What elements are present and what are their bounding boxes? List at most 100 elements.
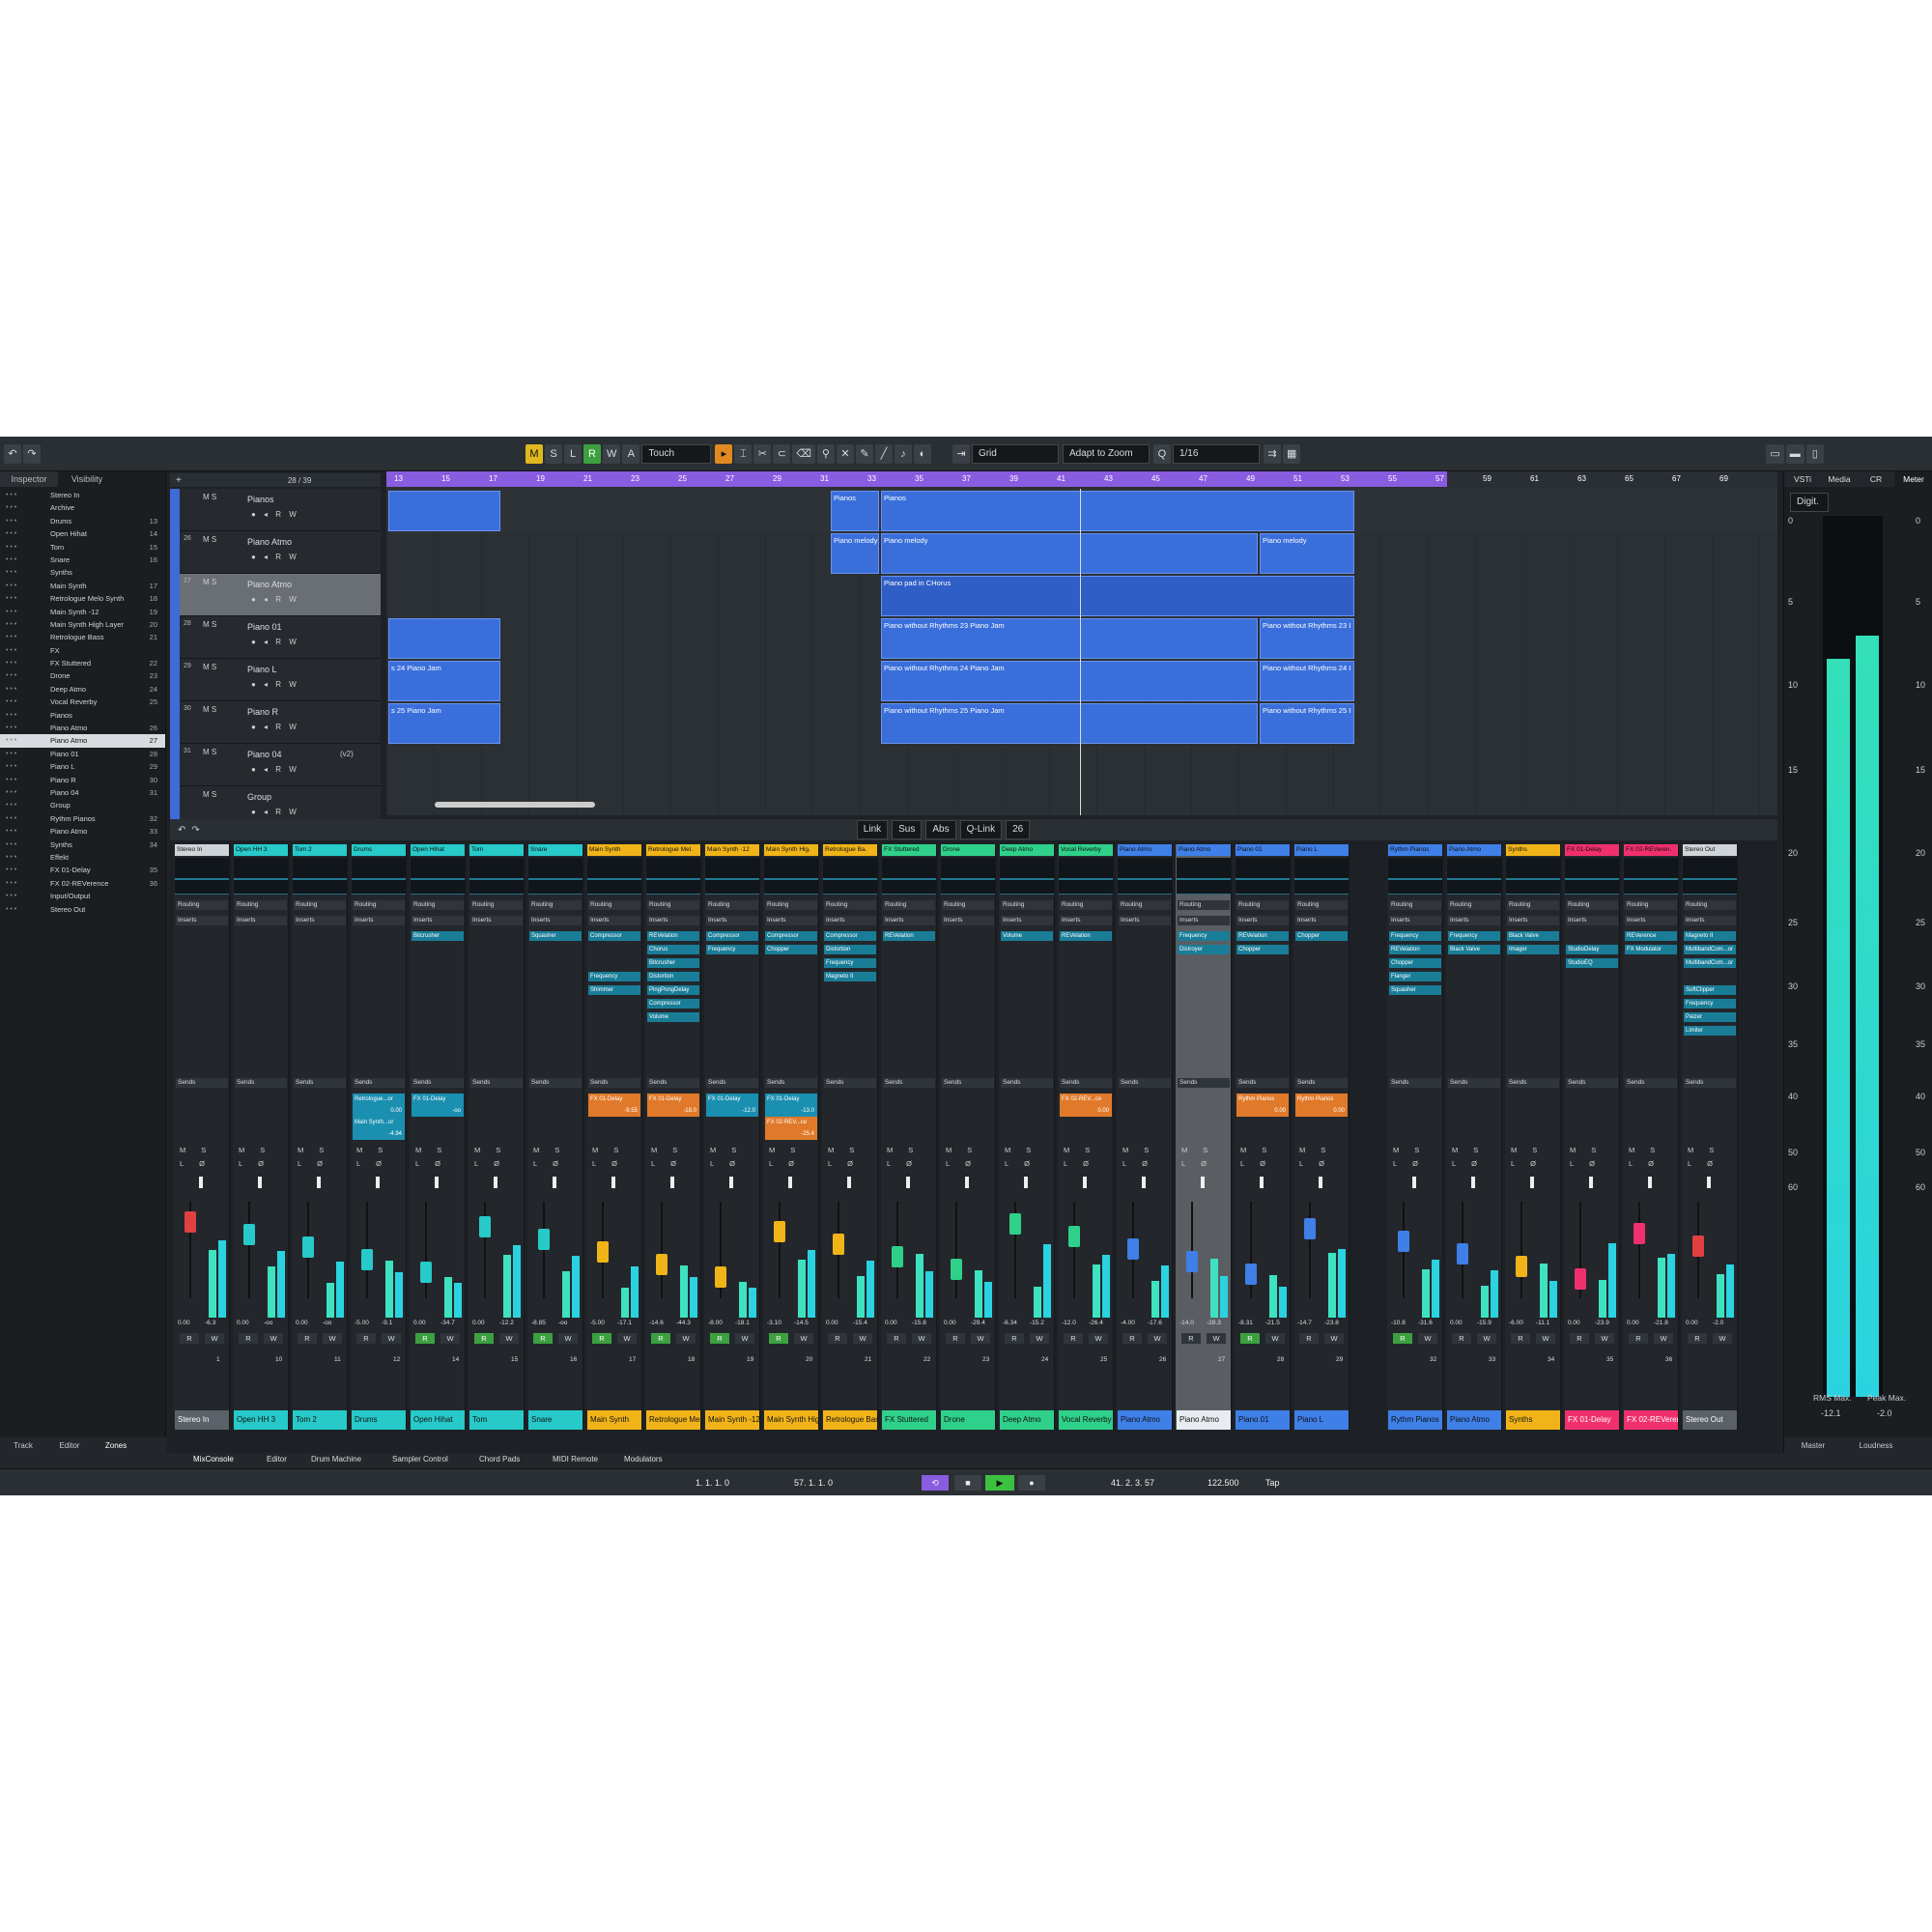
insert-slot[interactable]: Compressor <box>765 931 817 941</box>
strip-name[interactable]: Piano L <box>1294 844 1349 856</box>
visibility-item[interactable]: • • • Retrologue Bass 21 <box>0 631 165 643</box>
mute-solo-buttons[interactable]: MS <box>415 1146 457 1154</box>
insert-slot[interactable]: Distortion <box>824 945 876 954</box>
eq-curve[interactable] <box>352 858 406 895</box>
inserts-section[interactable]: Inserts <box>588 916 640 925</box>
listen-phase-buttons[interactable]: LØ <box>415 1159 456 1168</box>
mute-solo-buttons[interactable]: M S <box>203 663 216 671</box>
channel-name-bottom[interactable]: Deep Atmo <box>1000 1410 1054 1430</box>
part-piano-melody-2[interactable]: Piano melody <box>881 533 1258 574</box>
fader-value[interactable]: -6.34 <box>1003 1320 1017 1326</box>
part-rhythms-23a[interactable]: Piano without Rhythms 23 Piano Jam <box>881 618 1258 659</box>
sends-section[interactable]: Sends <box>470 1078 523 1088</box>
listen-phase-buttons[interactable]: LØ <box>474 1159 515 1168</box>
track-name[interactable]: Piano 01 <box>247 622 282 632</box>
read-button[interactable]: R <box>1570 1333 1589 1344</box>
solo-mode-button[interactable]: S <box>545 443 562 464</box>
eq-curve[interactable] <box>1000 858 1054 895</box>
inserts-section[interactable]: Inserts <box>1448 916 1500 925</box>
write-button[interactable]: W <box>1595 1333 1614 1344</box>
pan-knob[interactable] <box>1589 1177 1593 1188</box>
write-button[interactable]: W <box>1030 1333 1049 1344</box>
visibility-toggle-icon[interactable]: • • • <box>6 541 16 554</box>
range-tool-icon[interactable]: ⌶ <box>734 443 753 464</box>
routing-section[interactable]: Routing <box>412 900 464 910</box>
inserts-section[interactable]: Inserts <box>824 916 876 925</box>
volume-fader[interactable] <box>479 1216 491 1237</box>
mute-solo-buttons[interactable]: MS <box>651 1146 693 1154</box>
routing-section[interactable]: Routing <box>1684 900 1736 910</box>
fader-value[interactable]: 0.00 <box>413 1320 426 1326</box>
strip-name[interactable]: Open Hihat <box>411 844 465 856</box>
sends-section[interactable]: Sends <box>647 1078 699 1088</box>
insert-slot[interactable]: Frequency <box>588 972 640 981</box>
routing-section[interactable]: Routing <box>1001 900 1053 910</box>
insert-slot[interactable]: PingPongDelay <box>647 985 699 995</box>
read-button[interactable]: R <box>1064 1333 1083 1344</box>
insert-slot[interactable]: Bitcrusher <box>412 931 464 941</box>
write-button[interactable]: W <box>499 1333 519 1344</box>
channel-name-bottom[interactable]: Piano L <box>1294 1410 1349 1430</box>
routing-section[interactable]: Routing <box>1119 900 1171 910</box>
pan-knob[interactable] <box>1471 1177 1475 1188</box>
lower-zone-tab[interactable]: Chord Pads <box>479 1455 520 1463</box>
pan-knob[interactable] <box>376 1177 380 1188</box>
snap-type-select[interactable]: Grid <box>971 443 1059 464</box>
pan-knob[interactable] <box>965 1177 969 1188</box>
object-select-tool-icon[interactable]: ▸ <box>715 443 733 464</box>
pan-knob[interactable] <box>729 1177 733 1188</box>
pan-knob[interactable] <box>258 1177 262 1188</box>
mixer-undo-icon[interactable]: ↶ <box>178 825 185 836</box>
listen-phase-buttons[interactable]: LØ <box>592 1159 633 1168</box>
automation-button[interactable]: A <box>622 443 640 464</box>
visibility-toggle-icon[interactable]: • • • <box>6 631 16 643</box>
read-button[interactable]: R <box>474 1333 494 1344</box>
read-button[interactable]: R <box>1122 1333 1142 1344</box>
visibility-item[interactable]: • • • Main Synth 17 <box>0 580 165 592</box>
visibility-toggle-icon[interactable]: • • • <box>6 864 16 876</box>
volume-fader[interactable] <box>1516 1256 1527 1277</box>
visibility-item[interactable]: • • • Drone 23 <box>0 669 165 682</box>
listen-phase-buttons[interactable]: LØ <box>356 1159 397 1168</box>
read-button[interactable]: R <box>298 1333 317 1344</box>
listen-phase-buttons[interactable]: LØ <box>828 1159 868 1168</box>
volume-fader[interactable] <box>1186 1251 1198 1272</box>
send-slot[interactable]: FX 01-Delay <box>647 1094 699 1105</box>
channel-name-bottom[interactable]: Piano Atmo <box>1118 1410 1172 1430</box>
inserts-section[interactable]: Inserts <box>470 916 523 925</box>
write-button[interactable]: W <box>440 1333 460 1344</box>
track-name[interactable]: Piano R <box>247 707 278 717</box>
grid-type-select[interactable]: Adapt to Zoom <box>1062 443 1150 464</box>
channel-name-bottom[interactable]: Vocal Reverby <box>1059 1410 1113 1430</box>
fader-value[interactable]: -14.6 <box>649 1320 664 1326</box>
inserts-section[interactable]: Inserts <box>883 916 935 925</box>
insert-slot[interactable]: Volume <box>1001 931 1053 941</box>
sends-section[interactable]: Sends <box>176 1078 228 1088</box>
part-pianos-1[interactable]: Pianos <box>831 491 879 531</box>
write-button[interactable]: W <box>1265 1333 1285 1344</box>
color-tool-icon[interactable]: ◐ <box>913 443 931 464</box>
pan-knob[interactable] <box>1707 1177 1711 1188</box>
visibility-toggle-icon[interactable]: • • • <box>6 890 16 902</box>
mute-solo-buttons[interactable]: MS <box>1393 1146 1435 1154</box>
routing-section[interactable]: Routing <box>235 900 287 910</box>
pan-knob[interactable] <box>1530 1177 1534 1188</box>
insert-slot[interactable]: Compressor <box>588 931 640 941</box>
read-write-buttons[interactable]: ● ◂ R W <box>251 680 299 689</box>
visibility-item[interactable]: • • • Piano 01 28 <box>0 748 165 760</box>
insert-slot[interactable]: REVelation <box>1060 931 1112 941</box>
visibility-item[interactable]: • • • Input/Output <box>0 890 165 902</box>
volume-fader[interactable] <box>833 1234 844 1255</box>
pan-knob[interactable] <box>788 1177 792 1188</box>
part-piano01-start[interactable] <box>388 618 500 659</box>
eq-curve[interactable] <box>823 858 877 895</box>
part-rhythms-24b[interactable]: Piano without Rhythms 24 I <box>1260 661 1354 701</box>
visibility-toggle-icon[interactable]: • • • <box>6 877 16 890</box>
send-slot[interactable]: FX 02-REV...ce <box>1060 1094 1112 1105</box>
fader-value[interactable]: -5.00 <box>590 1320 605 1326</box>
send-slot[interactable]: FX 01-Delay <box>765 1094 817 1105</box>
insert-slot[interactable]: Imager <box>1507 945 1559 954</box>
send-slot[interactable]: FX 01-Delay <box>706 1094 758 1105</box>
track-header[interactable]: 31 M S Piano 04 (v2) ● ◂ R W <box>170 744 381 786</box>
visible-channels-count[interactable]: 26 <box>1006 820 1031 839</box>
